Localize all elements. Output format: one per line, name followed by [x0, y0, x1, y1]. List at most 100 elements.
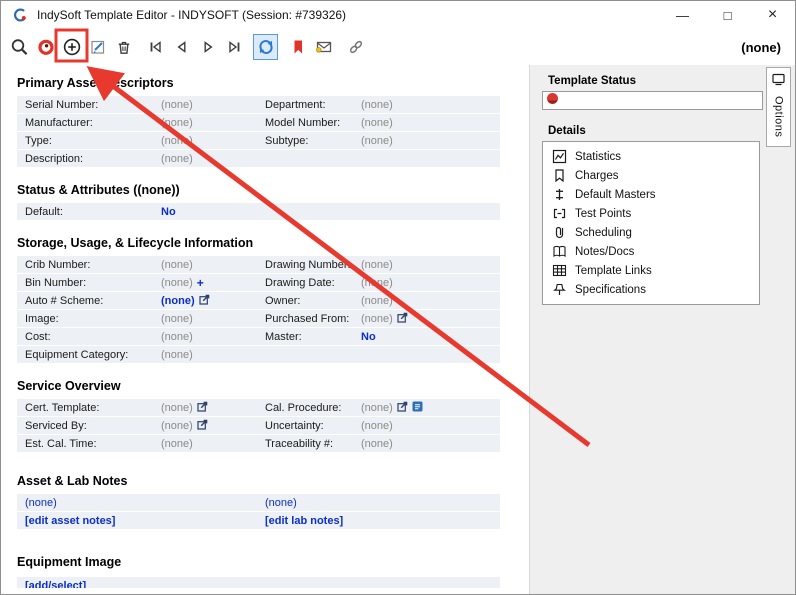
delete-button[interactable]: [111, 34, 136, 60]
window-title: IndySoft Template Editor - INDYSOFT (Ses…: [37, 8, 347, 22]
charges-icon: [552, 168, 567, 183]
open-external-icon[interactable]: [197, 401, 208, 415]
details-item-label: Charges: [575, 169, 619, 182]
minimize-button[interactable]: —: [660, 1, 705, 29]
specifications-icon: [552, 282, 567, 297]
view-button[interactable]: [33, 34, 58, 60]
field-row: Bin Number: (none) + Drawing Date: (none…: [17, 274, 500, 291]
statistics-icon: [552, 149, 567, 164]
edit-button[interactable]: [85, 34, 110, 60]
field-value: (none): [361, 312, 393, 325]
details-item-charges[interactable]: Charges: [543, 166, 759, 185]
link-button[interactable]: [343, 34, 368, 60]
options-tab[interactable]: Options: [766, 67, 791, 147]
field-label: Subtype:: [265, 134, 309, 147]
details-item-label: Specifications: [575, 283, 646, 296]
field-row: Manufacturer: (none) Model Number: (none…: [17, 114, 500, 131]
field-label: Equipment Category:: [25, 348, 129, 361]
field-label: Department:: [265, 98, 326, 111]
previous-record-icon: [171, 36, 193, 58]
auto-scheme-link[interactable]: (none): [161, 295, 195, 307]
app-logo-icon: [11, 6, 29, 24]
open-external-icon[interactable]: [199, 294, 210, 308]
field-row: [edit asset notes] [edit lab notes]: [17, 512, 500, 529]
template-status-label: Template Status: [548, 75, 636, 87]
next-record-icon: [197, 36, 219, 58]
field-value: (none): [161, 98, 193, 111]
open-external-icon[interactable]: [397, 401, 408, 415]
details-item-scheduling[interactable]: Scheduling: [543, 223, 759, 242]
details-item-notes-docs[interactable]: Notes/Docs: [543, 242, 759, 261]
next-record-button[interactable]: [195, 34, 220, 60]
field-value: (none): [161, 419, 193, 432]
field-label: Purchased From:: [265, 312, 350, 325]
title-bar: IndySoft Template Editor - INDYSOFT (Ses…: [1, 1, 795, 29]
add-button[interactable]: [59, 34, 84, 60]
field-label: Cost:: [25, 330, 51, 343]
email-button[interactable]: [311, 34, 336, 60]
field-row: Serviced By: (none) Uncertainty: (none): [17, 417, 500, 434]
field-row: Cost: (none) Master: No: [17, 328, 500, 345]
details-item-label: Scheduling: [575, 226, 632, 239]
field-value: (none): [361, 437, 393, 450]
edit-asset-notes-link[interactable]: [edit asset notes]: [25, 515, 115, 527]
last-record-icon: [223, 36, 245, 58]
field-row: Cert. Template: (none) Cal. Procedure: (…: [17, 399, 500, 416]
field-value: (none): [361, 294, 393, 307]
lab-note-value[interactable]: (none): [265, 497, 297, 509]
sidebar: Template Status Details Statistics Charg…: [529, 65, 795, 594]
first-record-icon: [145, 36, 167, 58]
first-record-button[interactable]: [143, 34, 168, 60]
field-label: Owner:: [265, 294, 301, 307]
asset-note-value[interactable]: (none): [25, 497, 57, 509]
search-button[interactable]: [7, 34, 32, 60]
template-status-field[interactable]: [542, 91, 763, 110]
main-area: Primary Asset Descriptors Serial Number:…: [1, 65, 795, 594]
maximize-button[interactable]: □: [705, 1, 750, 29]
refresh-button[interactable]: [253, 34, 278, 60]
template-detail-panel: Primary Asset Descriptors Serial Number:…: [9, 67, 515, 588]
field-label: Drawing Number:: [265, 258, 351, 271]
field-label: Serviced By:: [25, 419, 87, 432]
notes-docs-icon: [552, 244, 567, 259]
add-bin-button[interactable]: +: [197, 277, 204, 289]
field-value: (none): [161, 258, 193, 271]
section-status-attributes: Status & Attributes ((none)): [17, 183, 180, 197]
bookmark-button[interactable]: [285, 34, 310, 60]
details-list: Statistics Charges Default Masters Test …: [542, 141, 760, 305]
section-asset-lab-notes: Asset & Lab Notes: [17, 474, 128, 488]
open-external-icon[interactable]: [197, 419, 208, 433]
field-value: (none): [161, 401, 193, 414]
field-label: Auto # Scheme:: [25, 294, 104, 307]
search-icon: [9, 36, 31, 58]
field-row: Serial Number: (none) Department: (none): [17, 96, 500, 113]
field-value: (none): [161, 330, 193, 343]
field-value: (none): [161, 312, 193, 325]
field-row: Type: (none) Subtype: (none): [17, 132, 500, 149]
caption-buttons: — □ ×: [660, 1, 795, 29]
details-item-test-points[interactable]: Test Points: [543, 204, 759, 223]
details-item-label: Test Points: [575, 207, 632, 220]
close-button[interactable]: ×: [750, 1, 795, 29]
field-value: (none): [161, 437, 193, 450]
edit-lab-notes-link[interactable]: [edit lab notes]: [265, 515, 343, 527]
field-value: (none): [361, 276, 393, 289]
field-value: (none): [161, 348, 193, 361]
field-label: Drawing Date:: [265, 276, 335, 289]
view-document-icon[interactable]: [412, 401, 423, 415]
default-value-link[interactable]: No: [161, 206, 176, 218]
field-row: Equipment Category: (none): [17, 346, 500, 363]
open-external-icon[interactable]: [397, 312, 408, 326]
details-item-template-links[interactable]: Template Links: [543, 261, 759, 280]
last-record-button[interactable]: [221, 34, 246, 60]
add-select-image-link[interactable]: [add/select]: [25, 580, 86, 589]
field-label: Traceability #:: [265, 437, 334, 450]
details-item-label: Template Links: [575, 264, 652, 277]
details-item-statistics[interactable]: Statistics: [543, 147, 759, 166]
details-item-default-masters[interactable]: Default Masters: [543, 185, 759, 204]
master-value-link[interactable]: No: [361, 331, 376, 343]
field-value: (none): [161, 134, 193, 147]
details-item-specifications[interactable]: Specifications: [543, 280, 759, 299]
field-value: (none): [361, 98, 393, 111]
previous-record-button[interactable]: [169, 34, 194, 60]
